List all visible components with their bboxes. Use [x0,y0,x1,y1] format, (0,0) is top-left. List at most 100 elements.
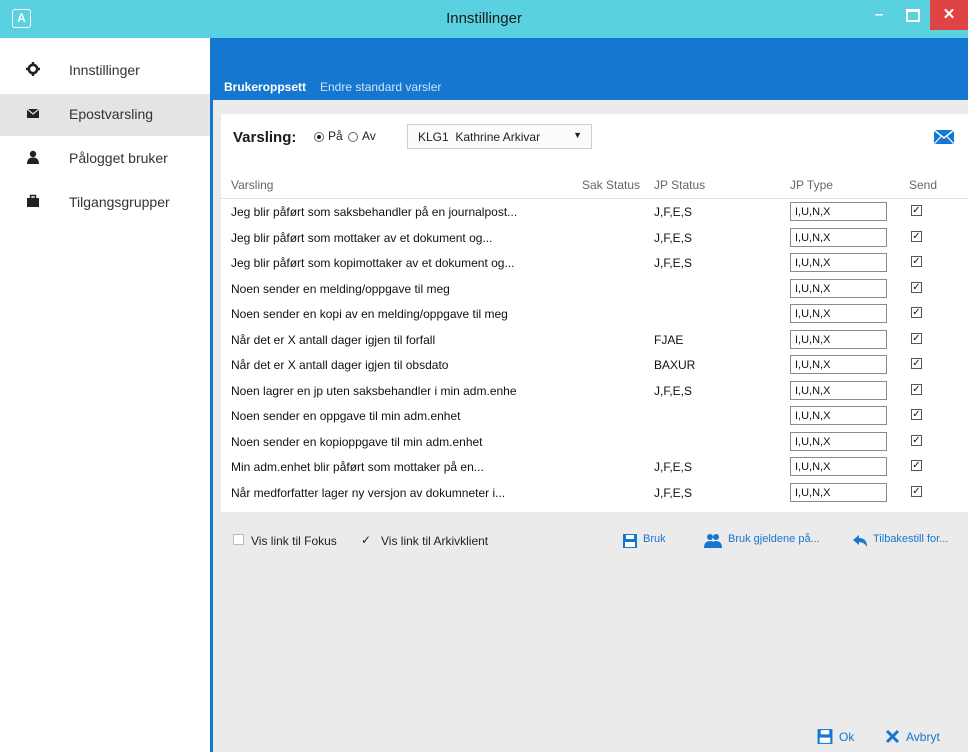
maximize-button[interactable] [896,0,930,30]
jp-type-input[interactable]: I,U,N,X [790,227,887,247]
sidebar-item-innstillinger[interactable]: Innstillinger [0,50,210,92]
send-checkbox[interactable]: ✓ [911,281,922,293]
jp-type-input[interactable]: I,U,N,X [790,329,887,349]
send-checkbox[interactable]: ✓ [911,332,922,344]
table-row[interactable]: Jeg blir påført som saksbehandler på en … [221,200,968,225]
jp-status-cell: J,F,E,S [654,485,693,500]
jp-type-input[interactable]: I,U,N,X [790,202,887,221]
table-row[interactable]: Når medforfatter lager ny versjon av dok… [221,481,968,506]
sidebar-item-label: Tilgangsgrupper [69,194,170,210]
envelope-icon[interactable] [933,129,955,145]
save-icon [817,729,833,744]
col-header-sak-status[interactable]: Sak Status [582,178,640,192]
user-select[interactable]: KLG1 Kathrine Arkivar ▼ [407,124,592,149]
varsling-cell: Jeg blir påført som mottaker av et dokum… [231,230,493,245]
jp-type-input[interactable]: I,U,N,X [790,278,887,298]
sidebar-item-epostvarsling[interactable]: Epostvarsling [0,94,210,136]
jp-type-input[interactable]: I,U,N,X [790,406,887,425]
window-title: Innstillinger [446,10,522,27]
send-checkbox[interactable]: ✓ [911,409,922,420]
send-checkbox[interactable]: ✓ [911,358,922,369]
varsling-cell: Når det er X antall dager igjen til obsd… [231,358,449,372]
sidebar-item-label: Innstillinger [69,62,140,78]
table-row[interactable]: Jeg blir påført som mottaker av et dokum… [221,226,968,251]
col-header-varsling[interactable]: Varsling [231,178,273,192]
close-icon [885,729,900,744]
maximize-icon [906,8,920,22]
send-checkbox[interactable]: ✓ [911,230,922,242]
table-row[interactable]: Noen lagrer en jp uten saksbehandler i m… [221,379,968,404]
briefcase-icon [27,194,39,207]
varsling-cell: Min adm.enhet blir påført som mottaker p… [231,460,484,474]
varsling-cell: Noen lagrer en jp uten saksbehandler i m… [231,383,517,398]
minimize-button[interactable]: – [862,0,896,30]
jp-status-cell: J,F,E,S [654,460,693,474]
sidebar-item-palogget-bruker[interactable]: Pålogget bruker [0,138,210,180]
close-button[interactable]: ✕ [930,0,968,30]
jp-status-cell: J,F,E,S [654,230,693,245]
col-header-jp-type[interactable]: JP Type [790,178,833,192]
table-row[interactable]: Jeg blir påført som kopimottaker av et d… [221,251,968,276]
varsling-cell: Jeg blir påført som kopimottaker av et d… [231,256,515,270]
sidebar-item-tilgangsgrupper[interactable]: Tilgangsgrupper [0,182,210,224]
save-icon [623,534,637,548]
send-checkbox[interactable]: ✓ [911,460,922,471]
fokus-checkbox[interactable] [233,534,244,545]
send-checkbox[interactable]: ✓ [911,434,922,446]
table-row[interactable]: Noen sender en oppgave til min adm.enhet… [221,404,968,429]
varsling-cell: Noen sender en kopi av en melding/oppgav… [231,307,508,321]
apply-current-button[interactable]: Bruk gjeldene på... [728,533,820,545]
jp-type-input[interactable]: I,U,N,X [790,431,887,451]
table-row[interactable]: Min adm.enhet blir påført som mottaker p… [221,455,968,480]
title-bar: A Innstillinger – ✕ [0,0,968,38]
arkiv-checkbox[interactable]: ✓ [361,534,372,546]
fokus-link-label: Vis link til Fokus [251,534,337,548]
send-checkbox[interactable]: ✓ [911,485,922,497]
tab-endre-standard-varsler[interactable]: Endre standard varsler [320,80,441,94]
varsling-label: Varsling: [233,129,297,146]
notification-panel: Varsling: På Av KLG1 Kathrine Arkivar ▼ … [221,114,968,545]
col-header-jp-status[interactable]: JP Status [654,178,705,192]
cancel-button[interactable]: Avbryt [906,730,940,744]
jp-type-input[interactable]: I,U,N,X [790,253,887,272]
sidebar: Innstillinger Epostvarsling Pålogget bru… [0,38,210,752]
table-row[interactable]: Noen sender en melding/oppgave til meg I,… [221,277,968,302]
undo-icon [853,535,867,547]
send-checkbox[interactable]: ✓ [911,256,922,267]
radio-off[interactable] [348,132,358,142]
table-row[interactable]: Noen sender en kopioppgave til min adm.e… [221,430,968,455]
send-checkbox[interactable]: ✓ [911,383,922,395]
jp-type-input[interactable]: I,U,N,X [790,304,887,323]
radio-off-label: Av [362,129,376,143]
varsling-cell: Noen sender en kopioppgave til min adm.e… [231,434,483,449]
user-select-value: KLG1 Kathrine Arkivar [418,130,541,144]
table-header: Varsling Sak Status JP Status JP Type Se… [221,174,968,199]
jp-type-input[interactable]: I,U,N,X [790,380,887,400]
tab-brukeroppsett[interactable]: Brukeroppsett [224,80,306,94]
table-row[interactable]: Når det er X antall dager igjen til obsd… [221,353,968,378]
jp-status-cell: J,F,E,S [654,256,693,270]
jp-type-input[interactable]: I,U,N,X [790,457,887,476]
arkiv-link-label: Vis link til Arkivklient [381,534,489,548]
table-row[interactable]: Når det er X antall dager igjen til forf… [221,328,968,353]
varsling-cell: Noen sender en oppgave til min adm.enhet [231,409,461,423]
apply-button[interactable]: Bruk [643,533,666,545]
reset-button[interactable]: Tilbakestill for... [873,533,948,545]
jp-type-input[interactable]: I,U,N,X [790,482,887,502]
jp-status-cell: J,F,E,S [654,383,693,398]
jp-status-cell: FJAE [654,332,684,347]
envelope-icon [26,108,40,118]
main-area: Brukeroppsett Endre standard varsler Var… [210,38,968,752]
varsling-cell: Noen sender en melding/oppgave til meg [231,281,450,296]
send-checkbox[interactable]: ✓ [911,205,922,216]
jp-type-input[interactable]: I,U,N,X [790,355,887,374]
users-icon [704,534,722,548]
ok-button[interactable]: Ok [839,730,854,744]
tab-strip: Brukeroppsett Endre standard varsler [213,38,968,100]
varsling-cell: Når medforfatter lager ny versjon av dok… [231,485,506,500]
radio-on[interactable] [314,132,324,142]
table-row[interactable]: Noen sender en kopi av en melding/oppgav… [221,302,968,327]
varsling-cell: Når det er X antall dager igjen til forf… [231,332,436,347]
send-checkbox[interactable]: ✓ [911,307,922,318]
col-header-send[interactable]: Send [909,178,937,192]
